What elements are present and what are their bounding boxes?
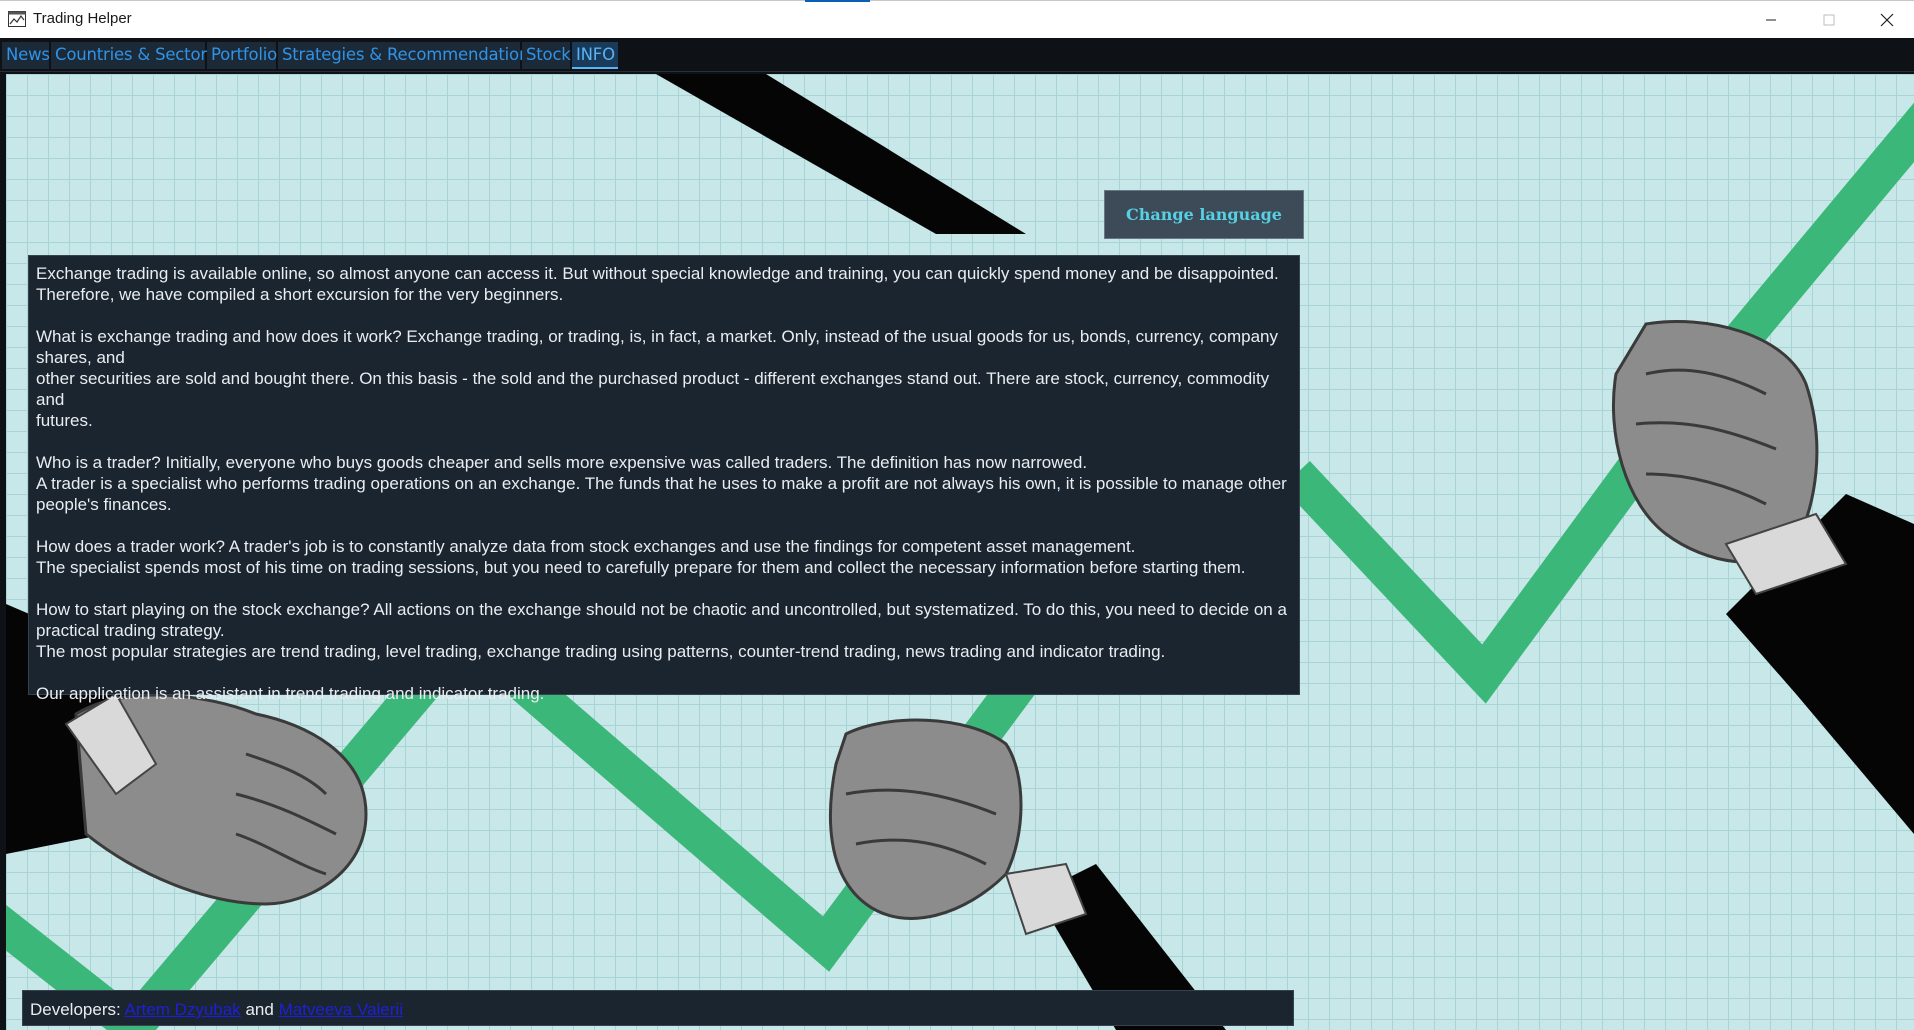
close-icon — [1880, 13, 1894, 27]
paragraph-trader: Who is a trader? Initially, everyone who… — [36, 453, 1287, 514]
tab-news[interactable]: News — [2, 42, 50, 69]
developers-bar: Developers: Artem Dzyubak and Matveeva V… — [22, 990, 1294, 1026]
maximize-icon — [1823, 14, 1835, 26]
paragraph-start-trading: How to start playing on the stock exchan… — [36, 600, 1287, 661]
right-fist-icon — [1612, 320, 1848, 596]
titlebar-accent — [805, 0, 870, 2]
minimize-button[interactable] — [1742, 1, 1800, 39]
info-text-panel: Exchange trading is available online, so… — [28, 255, 1300, 703]
developer-link-1[interactable]: Artem Dzyubak — [125, 1000, 241, 1019]
paragraph-trader-work: How does a trader work? A trader's job i… — [36, 537, 1246, 577]
developer-link-2[interactable]: Matveeva Valerii — [279, 1000, 403, 1019]
tab-bar: News Countries & Sectors Portfolio Strat… — [0, 38, 1914, 72]
paragraph-app-purpose: Our application is an assistant in trend… — [36, 684, 545, 703]
paragraph-exchange-trading: What is exchange trading and how does it… — [36, 327, 1278, 430]
app-chart-icon — [8, 11, 26, 27]
left-fist-icon — [64, 692, 368, 906]
window-titlebar: Trading Helper — [0, 0, 1914, 38]
tab-stock[interactable]: Stock — [522, 42, 571, 69]
tab-countries-sectors[interactable]: Countries & Sectors — [51, 42, 216, 69]
close-button[interactable] — [1858, 1, 1914, 39]
minimize-icon — [1766, 19, 1776, 21]
maximize-button[interactable] — [1800, 1, 1858, 39]
paragraph-intro: Exchange trading is available online, so… — [36, 264, 1279, 304]
tab-strategies-recommendations[interactable]: Strategies & Recommendations — [278, 42, 538, 69]
change-language-button[interactable]: Change language — [1104, 190, 1304, 239]
background-illustration: Change language Exchange trading is avai… — [6, 74, 1914, 1030]
top-sleeve — [656, 74, 1026, 234]
developers-label: Developers: — [30, 1000, 121, 1019]
developers-joiner: and — [245, 1000, 274, 1019]
info-page: Change language Exchange trading is avai… — [0, 72, 1914, 1030]
tab-portfolio[interactable]: Portfolio — [207, 42, 277, 69]
window-title: Trading Helper — [33, 10, 132, 27]
tab-info[interactable]: INFO — [572, 42, 618, 69]
center-fist-icon — [828, 718, 1088, 936]
